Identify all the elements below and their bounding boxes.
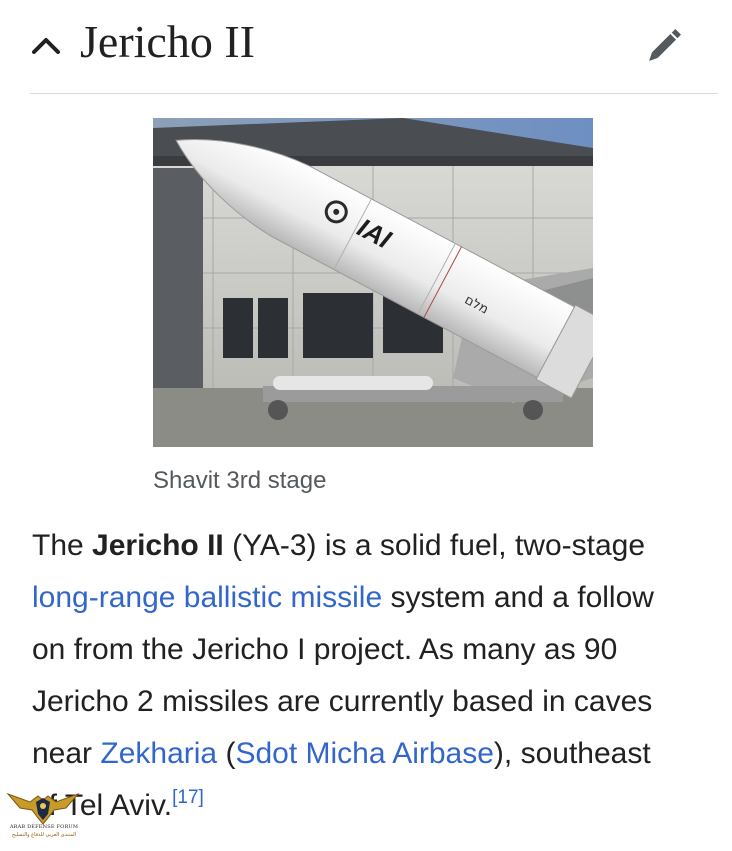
pencil-icon [640,29,688,74]
text-run: ( [217,737,236,770]
paragraph-line: of Tel Aviv.[17] [32,780,722,832]
watermark-line1: ARAB DEFENSE FORUM [9,824,79,830]
rocket-photo: IAI מלם [153,118,593,447]
watermark-line2: المنتدى العربي للدفاع والتسليح [11,832,77,838]
eagle-logo [6,792,80,825]
collapse-toggle[interactable] [30,26,66,62]
text-run: system and a follow [382,581,654,614]
text-run: ), southeast [493,737,651,770]
reference-link[interactable]: [17] [172,787,204,808]
section-title: Jericho II [80,16,255,67]
link-long-range-ballistic-missile[interactable]: long-range ballistic missile [32,581,382,614]
article-paragraph: The Jericho II (YA-3) is a solid fuel, t… [32,520,722,832]
figure-caption: Shavit 3rd stage [153,467,327,494]
paragraph-line: Jericho 2 missiles are currently based i… [32,685,653,718]
edit-section-button[interactable] [640,22,688,70]
link-sdot-micha-airbase[interactable]: Sdot Micha Airbase [235,737,493,770]
link-zekharia[interactable]: Zekharia [100,737,217,770]
figure-image[interactable]: IAI מלם [153,118,593,447]
text-run: (YA-3) is a solid fuel, two-stage [223,529,646,562]
paragraph-line: near Zekharia (Sdot Micha Airbase), sout… [32,728,722,780]
section-header: Jericho II [30,12,718,94]
paragraph-line: The Jericho II (YA-3) is a solid fuel, t… [32,520,722,572]
bold-term: Jericho II [92,529,224,562]
paragraph-line: on from the Jericho I project. As many a… [32,633,618,666]
forum-watermark: ARAB DEFENSE FORUM المنتدى العربي للدفاع… [0,784,86,850]
paragraph-line: long-range ballistic missile system and … [32,572,722,624]
chevron-up-icon [30,26,66,62]
text-run: near [32,737,101,770]
text-run: The [32,529,93,562]
